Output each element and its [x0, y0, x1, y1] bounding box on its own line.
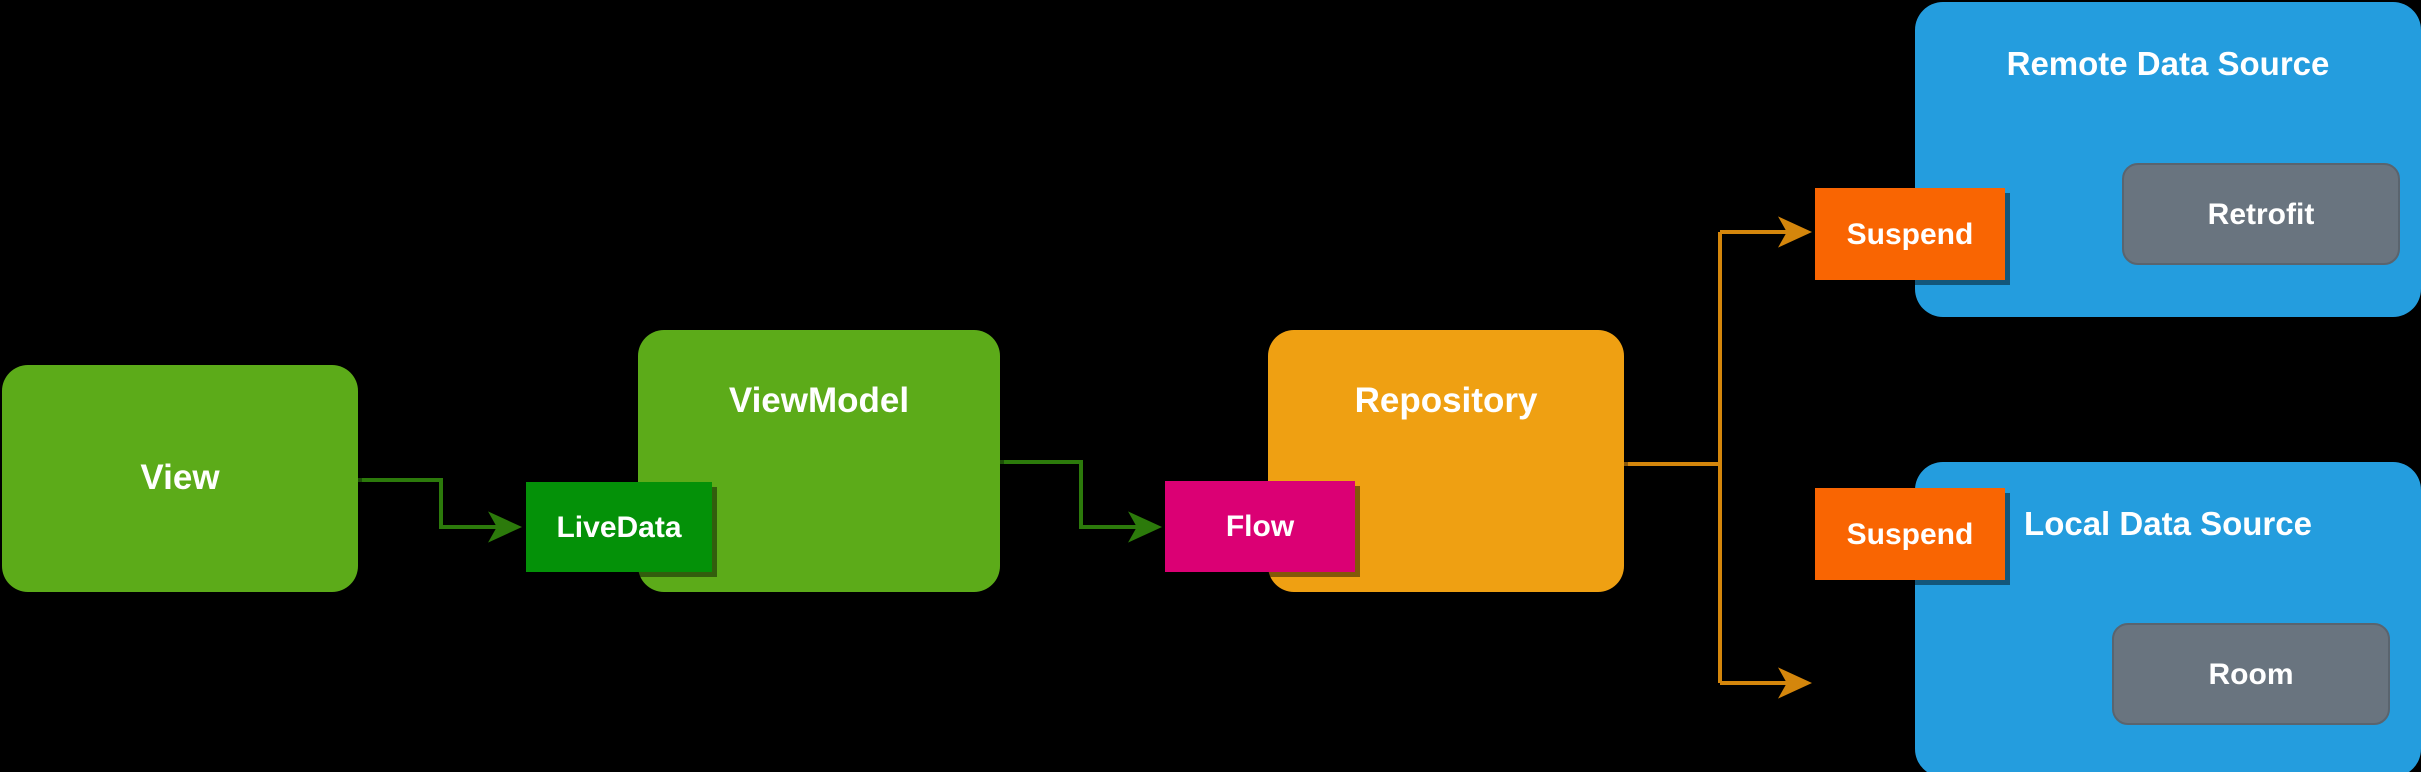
node-remote-data-source-label: Remote Data Source [2006, 45, 2330, 82]
node-livedata-label: LiveData [556, 510, 682, 544]
node-flow-label: Flow [1225, 510, 1295, 543]
node-viewmodel-label: ViewModel [728, 381, 910, 420]
node-suspend-local[interactable]: Suspend [1815, 488, 2005, 580]
node-retrofit[interactable]: Retrofit [2122, 163, 2400, 265]
node-view[interactable]: View [2, 365, 358, 592]
connector-viewmodel-to-flow [1000, 460, 1162, 543]
node-room[interactable]: Room [2112, 623, 2390, 725]
node-flow[interactable]: Flow [1165, 481, 1355, 572]
node-room-label: Room [2208, 657, 2294, 691]
node-suspend-remote-label: Suspend [1846, 217, 1974, 251]
node-suspend-local-label: Suspend [1846, 517, 1974, 551]
node-retrofit-label: Retrofit [2207, 197, 2315, 231]
connector-view-to-livedata [358, 478, 522, 543]
architecture-diagram: View ViewModel Repository Remote Data So… [0, 0, 2421, 772]
node-suspend-remote[interactable]: Suspend [1815, 188, 2005, 280]
node-repository-label: Repository [1354, 381, 1538, 420]
node-view-label: View [140, 458, 220, 498]
node-livedata[interactable]: LiveData [526, 482, 712, 572]
node-local-data-source-label: Local Data Source [2024, 505, 2312, 542]
